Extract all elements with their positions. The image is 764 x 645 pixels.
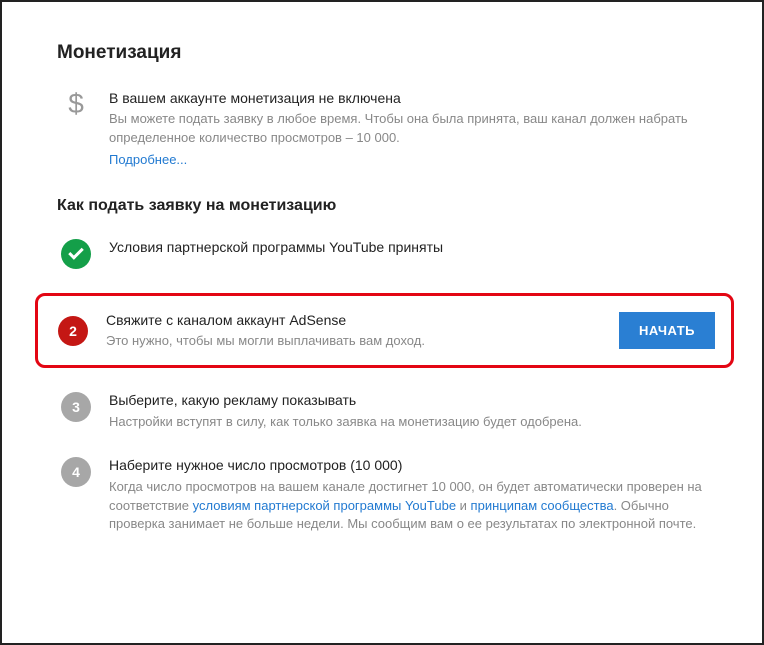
step-2-highlight: 2 Свяжите с каналом аккаунт AdSense Это … [35,293,734,368]
step-2-desc: Это нужно, чтобы мы могли выплачивать ва… [106,332,619,351]
dollar-icon: $ [68,90,84,118]
step-4-text-2: и [456,498,471,513]
step-3-desc: Настройки вступят в силу, как только зая… [109,413,712,432]
how-to-apply-title: Как подать заявку на монетизацию [57,197,712,215]
partner-terms-link[interactable]: условиям партнерской программы YouTube [193,498,456,513]
community-principles-link[interactable]: принципам сообщества [471,498,614,513]
step-1-title: Условия партнерской программы YouTube пр… [109,237,712,257]
start-button[interactable]: НАЧАТЬ [619,312,715,349]
page-title: Монетизация [57,42,712,64]
step-1-row: Условия партнерской программы YouTube пр… [57,237,712,269]
step-3-title: Выберите, какую рекламу показывать [109,390,712,410]
status-title: В вашем аккаунте монетизация не включена [109,88,712,108]
step-4-desc: Когда число просмотров на вашем канале д… [109,478,712,535]
status-desc: Вы можете подать заявку в любое время. Ч… [109,110,712,148]
step-4-title: Наберите нужное число просмотров (10 000… [109,455,712,475]
step-2-title: Свяжите с каналом аккаунт AdSense [106,310,619,330]
step-3-row: 3 Выберите, какую рекламу показывать Нас… [57,390,712,431]
step-2-badge: 2 [58,316,88,346]
step-4-row: 4 Наберите нужное число просмотров (10 0… [57,455,712,534]
step-4-badge: 4 [61,457,91,487]
checkmark-icon [61,239,91,269]
monetization-status-row: $ В вашем аккаунте монетизация не включе… [57,88,712,171]
step-3-badge: 3 [61,392,91,422]
learn-more-link[interactable]: Подробнее... [109,152,187,167]
